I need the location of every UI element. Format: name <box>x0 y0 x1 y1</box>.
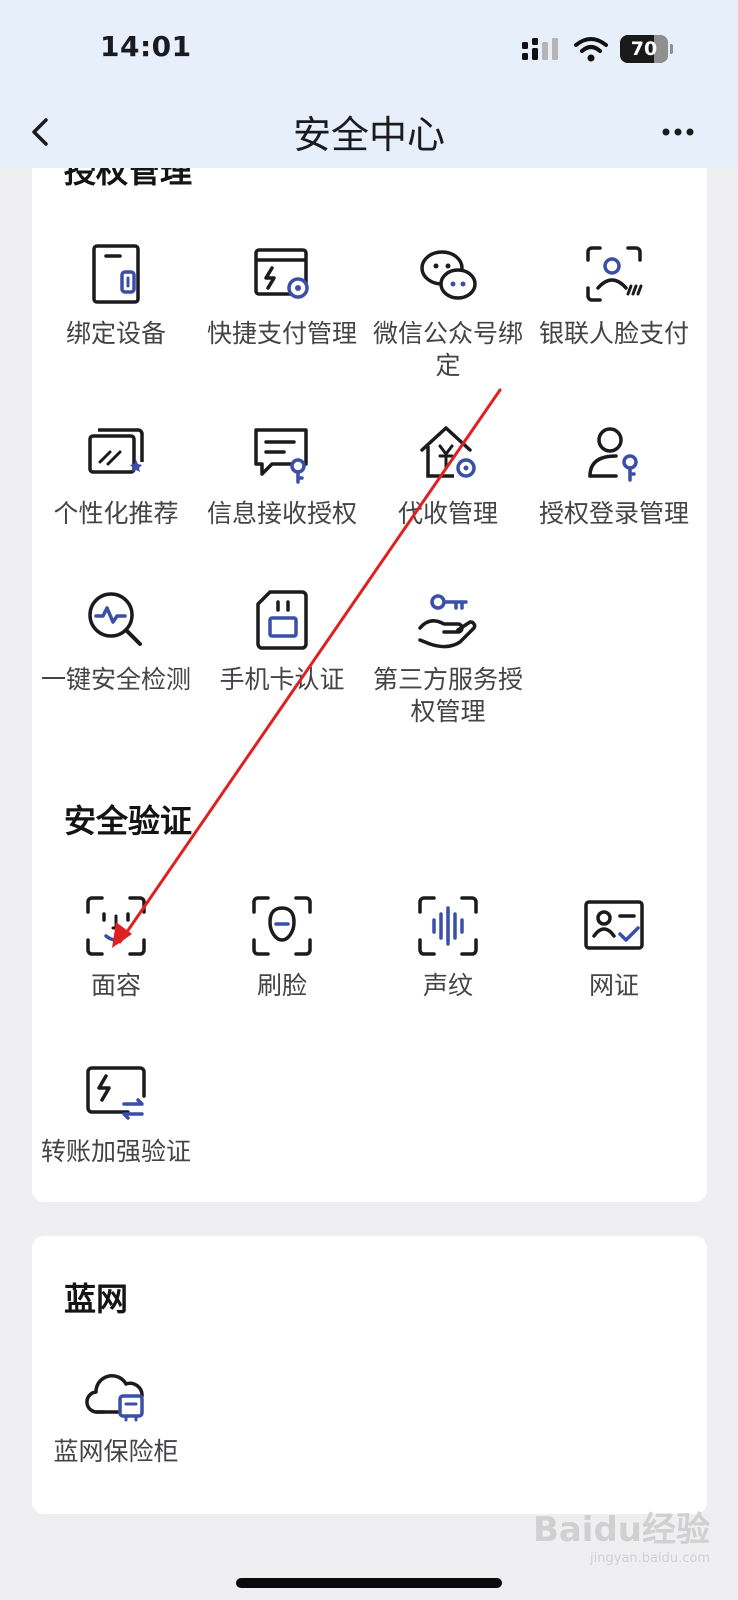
grid-item-unionpay-face[interactable]: 银联人脸支付 <box>530 242 698 350</box>
grid-label: 个性化推荐 <box>53 499 179 528</box>
message-auth-icon <box>254 428 308 484</box>
content-scroll[interactable]: 授权管理 绑定设备 快捷支付管理 微信公众号绑定 银联人脸支付 个性化推荐 信息… <box>0 168 738 1600</box>
grid-item-transfer-verify[interactable]: 转账加强验证 <box>32 1060 200 1168</box>
blue-net-card: 蓝网 蓝网保险柜 <box>32 1236 707 1514</box>
grid-item-collect[interactable]: 代收管理 <box>364 422 532 530</box>
grid-item-third-party[interactable]: 第三方服务授权管理 <box>364 588 532 728</box>
grid-label: 转账加强验证 <box>40 1137 191 1166</box>
grid-label: 声纹 <box>422 971 473 1000</box>
security-verify-card: 安全验证 面容 刷脸 声纹 网证 转账加强验证 <box>32 760 707 1202</box>
grid-item-login-auth[interactable]: 授权登录管理 <box>530 422 698 530</box>
section-title-auth: 授权管理 <box>64 168 193 190</box>
transfer-verify-icon <box>86 1066 146 1120</box>
home-indicator[interactable] <box>236 1578 502 1588</box>
grid-label: 快捷支付管理 <box>206 319 357 348</box>
grid-item-wechat-bind[interactable]: 微信公众号绑定 <box>364 242 532 382</box>
sim-card-icon <box>256 590 308 650</box>
grid-label: 网证 <box>588 971 639 1000</box>
grid-label: 代收管理 <box>397 499 498 528</box>
grid-item-quick-pay[interactable]: 快捷支付管理 <box>198 242 366 350</box>
grid-item-sim-auth[interactable]: 手机卡认证 <box>198 588 366 696</box>
section-title-verify: 安全验证 <box>64 802 193 840</box>
recommend-icon <box>88 428 144 474</box>
collect-house-icon <box>420 426 476 478</box>
section-title-blue-net: 蓝网 <box>64 1280 129 1318</box>
grid-label: 刷脸 <box>256 971 307 1000</box>
grid-item-recommend[interactable]: 个性化推荐 <box>32 422 200 530</box>
voiceprint-icon <box>418 896 478 956</box>
user-key-icon <box>588 427 638 482</box>
watermark-brand: Baidu经验 <box>532 1510 710 1550</box>
grid-item-face-id[interactable]: 面容 <box>32 894 200 1002</box>
more-icon[interactable] <box>658 118 698 146</box>
net-id-icon <box>584 900 644 950</box>
wechat-icon <box>420 250 477 300</box>
grid-label: 一键安全检测 <box>40 665 191 694</box>
grid-item-face-scan[interactable]: 刷脸 <box>198 894 366 1002</box>
face-pay-icon <box>586 246 643 302</box>
grid-label: 第三方服务授权管理 <box>372 665 523 726</box>
grid-item-cloud-safe[interactable]: 蓝网保险柜 <box>32 1360 200 1468</box>
nav-bar: 安全中心 <box>0 96 738 168</box>
quick-pay-icon <box>254 248 309 299</box>
grid-label: 信息接收授权 <box>206 499 357 528</box>
cellular-signal-icon <box>522 38 558 60</box>
wifi-icon <box>574 37 608 62</box>
battery-level: 70 <box>630 38 658 60</box>
grid-item-security-scan[interactable]: 一键安全检测 <box>32 588 200 696</box>
grid-label: 微信公众号绑定 <box>372 319 523 380</box>
status-bar: 14:01 70 <box>0 0 738 96</box>
grid-label: 面容 <box>90 971 141 1000</box>
grid-item-bind-device[interactable]: 绑定设备 <box>32 242 200 350</box>
grid-label: 银联人脸支付 <box>538 319 689 348</box>
status-time: 14:01 <box>100 30 192 63</box>
security-scan-icon <box>88 592 142 646</box>
grid-label: 手机卡认证 <box>219 665 345 694</box>
grid-item-voiceprint[interactable]: 声纹 <box>364 894 532 1002</box>
grid-item-msg-auth[interactable]: 信息接收授权 <box>198 422 366 530</box>
page-title: 安全中心 <box>292 113 445 157</box>
watermark: Baidu经验 jingyan.baidu.com <box>533 1502 710 1566</box>
face-scan-icon <box>252 896 312 956</box>
watermark-url: jingyan.baidu.com <box>590 1551 710 1566</box>
cloud-safe-icon <box>85 1374 144 1422</box>
grid-item-net-id[interactable]: 网证 <box>530 894 698 1002</box>
battery-icon: 70 <box>620 35 673 65</box>
face-id-icon <box>86 896 146 956</box>
grid-label: 授权登录管理 <box>538 499 689 528</box>
hand-key-icon <box>418 594 477 649</box>
device-bind-icon <box>92 244 140 304</box>
grid-label: 绑定设备 <box>65 319 166 348</box>
grid-label: 蓝网保险柜 <box>53 1437 179 1466</box>
